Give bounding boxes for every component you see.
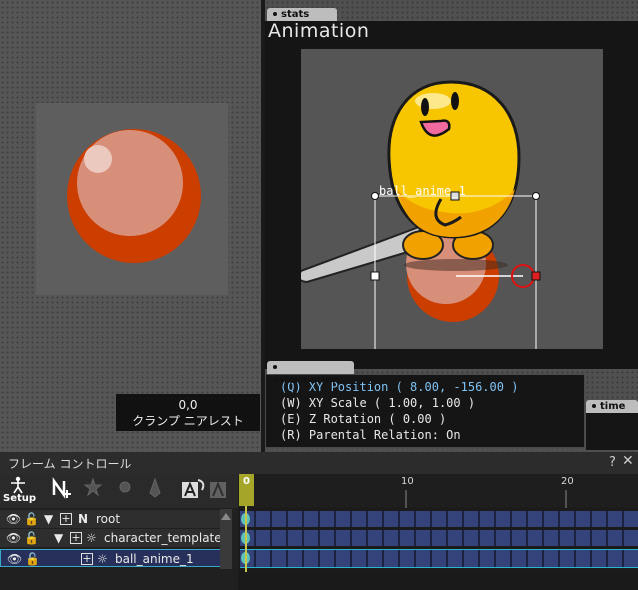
help-button[interactable]: ?	[609, 455, 616, 470]
stats-title: Animation	[268, 20, 370, 42]
collapse-triangle-icon[interactable]: ▼	[54, 529, 63, 547]
tab-dot-icon	[273, 365, 277, 369]
layer-scrollbar[interactable]	[220, 509, 232, 569]
stats-tab-label: stats	[281, 9, 310, 20]
texture-info-box: 0,0 クランプ ニアレスト	[116, 394, 260, 431]
add-bone-button[interactable]	[142, 476, 170, 506]
animation-stage[interactable]	[298, 49, 603, 361]
add-effect-icon	[119, 481, 131, 493]
track-root[interactable]	[240, 511, 638, 527]
eye-icon[interactable]: 👁	[6, 529, 21, 547]
bat-sprite	[298, 225, 422, 284]
layer-row-root[interactable]: 👁 🔓 ▼ + N root	[0, 510, 232, 528]
track-ball-anime[interactable]	[240, 549, 638, 568]
current-frame-label: 0	[243, 476, 250, 487]
layer-name-ball-anime: ball_anime_1	[115, 552, 194, 566]
layer-name-root: root	[96, 512, 121, 526]
animation-canvas	[298, 80, 541, 361]
texture-filter-label: クランプ ニアレスト	[132, 414, 244, 428]
time-tab[interactable]: time	[586, 400, 638, 413]
lock-icon[interactable]: 🔓	[24, 529, 39, 547]
expand-icon[interactable]: +	[81, 553, 93, 565]
time-panel	[586, 413, 638, 450]
ball-texture	[67, 129, 201, 263]
ruler-ticks	[405, 490, 567, 508]
part-icon: ☼	[86, 531, 97, 545]
ruler-label-10: 10	[401, 476, 414, 487]
setup-figure-icon	[11, 476, 25, 494]
timeline-scrollbar[interactable]	[238, 572, 638, 590]
ball-texture-shine	[77, 130, 183, 236]
info-parental-relation[interactable]: (R) Parental Relation: On	[266, 427, 584, 443]
info-xy-scale[interactable]: (W) XY Scale ( 1.00, 1.00 )	[266, 395, 584, 411]
add-null-icon	[52, 477, 71, 499]
layer-row-ball-anime[interactable]: 👁 🔓 + ☼ ball_anime_1	[0, 549, 232, 567]
ruler-label-20: 20	[561, 476, 574, 487]
information-tab[interactable]: information	[267, 361, 354, 386]
add-bone-icon	[149, 477, 161, 498]
shadow-sprite	[404, 259, 508, 271]
track-character-template[interactable]	[240, 530, 638, 546]
lock-icon[interactable]: 🔓	[25, 550, 40, 568]
ball-texture-highlight	[84, 145, 112, 173]
info-z-rotation[interactable]: (E) Z Rotation ( 0.00 )	[266, 411, 584, 427]
scroll-up-icon[interactable]	[221, 513, 231, 520]
auto-key-off-icon	[210, 481, 226, 498]
character-eye-left	[421, 98, 429, 116]
auto-key-icon	[182, 479, 205, 498]
eye-icon[interactable]: 👁	[7, 550, 22, 568]
add-effect-button[interactable]	[112, 476, 140, 506]
texture-card	[36, 103, 228, 295]
character-eye-right	[451, 92, 459, 110]
time-tab-label: time	[600, 401, 626, 412]
expand-icon[interactable]: +	[70, 532, 82, 544]
add-part-button[interactable]	[80, 476, 108, 506]
character-shine	[415, 93, 451, 109]
add-null-button[interactable]	[48, 476, 76, 506]
null-icon: N	[78, 512, 89, 526]
close-button[interactable]: ✕	[622, 453, 634, 469]
eye-icon[interactable]: 👁	[6, 510, 21, 528]
frame-control-title: フレーム コントロール	[8, 457, 132, 471]
expand-icon[interactable]: +	[60, 513, 72, 525]
layer-name-character-template: character_template_2	[104, 531, 220, 545]
information-tab-label: information	[273, 375, 340, 386]
layer-row-character-template[interactable]: 👁 🔓 ▼ + ☼ character_template_2	[0, 529, 232, 547]
tab-dot-icon	[273, 12, 277, 16]
auto-key-off-button[interactable]	[208, 476, 236, 506]
texture-uv-value: 0,0	[178, 398, 198, 412]
selected-part-label: ball_anime_1	[379, 184, 466, 198]
part-icon: ☼	[97, 552, 108, 566]
lock-icon[interactable]: 🔓	[24, 510, 39, 528]
tab-dot-icon	[592, 404, 596, 408]
add-part-icon	[83, 477, 103, 497]
auto-key-button[interactable]	[180, 476, 208, 506]
scale-handle-right	[531, 271, 541, 281]
collapse-triangle-icon[interactable]: ▼	[44, 510, 53, 528]
setup-label: Setup	[3, 493, 37, 504]
frame-ruler[interactable]	[238, 474, 638, 508]
